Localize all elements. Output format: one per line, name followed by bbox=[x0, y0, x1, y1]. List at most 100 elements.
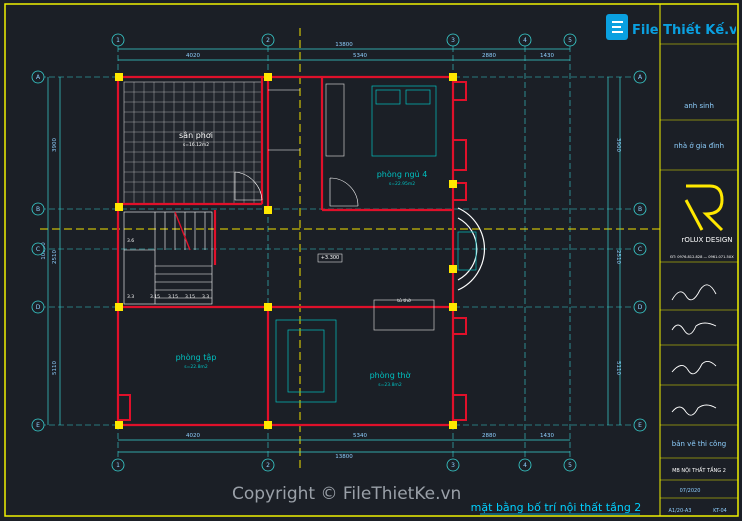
column bbox=[115, 203, 123, 211]
stair-level-label: 3.15 bbox=[168, 294, 178, 300]
stair-treads-lower bbox=[155, 265, 212, 299]
furniture bbox=[275, 83, 477, 403]
room-area-bedroom-4: s=22.95m2 bbox=[389, 181, 415, 187]
dim-top-part-4: 1430 bbox=[540, 53, 554, 59]
staircase bbox=[123, 211, 213, 305]
column bbox=[449, 73, 457, 81]
watermark-brand: File Thiết Kế.vn bbox=[632, 23, 736, 38]
drawing-title: mặt bằng bố trí nội thất tầng 2 bbox=[471, 501, 642, 514]
room-area-san-phoi: s=16.12m2 bbox=[183, 142, 209, 148]
stair-cut-line bbox=[174, 211, 191, 251]
room-name-gym: phòng tập bbox=[176, 352, 217, 363]
room-name-worship: phòng thờ bbox=[370, 370, 411, 380]
column bbox=[449, 303, 457, 311]
pilaster-4 bbox=[453, 317, 467, 335]
prayer-carpet bbox=[275, 319, 337, 403]
room-name-bedroom-4: phòng ngủ 4 bbox=[377, 169, 428, 179]
column bbox=[264, 73, 272, 81]
signature-1 bbox=[671, 284, 717, 301]
column bbox=[264, 303, 272, 311]
wall-bedroom-4 bbox=[322, 75, 455, 212]
column bbox=[115, 303, 123, 311]
column bbox=[449, 265, 457, 273]
pilaster-5 bbox=[453, 394, 467, 421]
door-wardrobe-lines bbox=[268, 89, 300, 151]
pillow-left bbox=[375, 89, 401, 105]
drawing-viewport: 13800 4020 5340 2880 1430 4020 5340 2880… bbox=[0, 0, 742, 521]
axis-label-top-5: 5 bbox=[568, 37, 572, 44]
axis-label-left-b: B bbox=[36, 206, 40, 213]
dim-top-part-3: 2880 bbox=[482, 53, 496, 59]
axis-label-bottom-5: 5 bbox=[568, 462, 572, 469]
stair-step-labels: 3.6 3.3 3.15 3.15 3.15 3.3 bbox=[127, 238, 209, 300]
tb-company: rOLUX DESIGN bbox=[681, 236, 732, 244]
company-logo-icon bbox=[684, 184, 724, 232]
title-block-grid bbox=[660, 43, 738, 499]
tb-owner: anh sinh bbox=[684, 102, 714, 110]
sheet-frame bbox=[4, 3, 739, 517]
pilaster-1 bbox=[453, 81, 467, 101]
column bbox=[449, 421, 457, 429]
tb-sheet-no: KT-04 bbox=[713, 508, 727, 514]
stair-treads-upper bbox=[154, 212, 206, 250]
signatures bbox=[671, 284, 717, 416]
bay-window bbox=[457, 207, 485, 291]
column bbox=[264, 421, 272, 429]
tb-company-info: ĐT: 0976.812.828 — 0961.071.5XX bbox=[670, 255, 734, 259]
axis-label-top-2: 2 bbox=[266, 37, 270, 44]
signature-2 bbox=[671, 322, 717, 335]
bed bbox=[371, 85, 437, 157]
room-name-san-phoi: sân phơi bbox=[179, 131, 213, 140]
axis-label-bottom-2: 2 bbox=[266, 462, 270, 469]
dim-right-part-1: 3900 bbox=[615, 138, 621, 152]
axis-label-top-3: 3 bbox=[451, 37, 455, 44]
stair-level-label: 3.3 bbox=[202, 294, 209, 300]
wardrobe bbox=[325, 83, 345, 157]
axis-label-bottom-4: 4 bbox=[523, 462, 527, 469]
axis-label-left-c: C bbox=[36, 246, 40, 253]
altar-table bbox=[287, 329, 325, 393]
column bbox=[449, 180, 457, 188]
watermark-copyright: Copyright © FileThietKe.vn bbox=[232, 484, 462, 504]
tb-date: 07/2020 bbox=[680, 488, 701, 494]
axis-label-top-4: 4 bbox=[523, 37, 527, 44]
door-bedroom bbox=[329, 177, 359, 207]
axis-label-bottom-1: 1 bbox=[116, 462, 120, 469]
wall-outer-south bbox=[116, 204, 455, 427]
title-block-text: anh sinh nhà ở gia đình rOLUX DESIGN ĐT:… bbox=[669, 102, 735, 514]
axis-label-right-e: E bbox=[638, 422, 642, 429]
axis-label-left-d: D bbox=[36, 304, 41, 311]
signature-3 bbox=[671, 361, 717, 375]
axis-label-left-e: E bbox=[36, 422, 40, 429]
watermark-logo: File Thiết Kế.vn bbox=[606, 14, 736, 40]
column bbox=[264, 206, 272, 214]
tb-stage: bản vẽ thi công bbox=[672, 440, 726, 448]
pilaster-6 bbox=[118, 394, 131, 421]
dim-left-part-2: 2510 bbox=[52, 250, 58, 264]
dim-right-part-3: 5110 bbox=[615, 361, 621, 375]
pillow-right bbox=[405, 89, 431, 105]
stair-level-label: 3.6 bbox=[127, 238, 134, 244]
dimension-lines-bottom bbox=[118, 439, 570, 453]
axis-label-right-d: D bbox=[638, 304, 643, 311]
dim-right-part-2: 2510 bbox=[615, 250, 621, 264]
dim-bottom-part-4: 1430 bbox=[540, 433, 554, 439]
dim-bottom-total: 13800 bbox=[335, 454, 353, 460]
dim-bottom-part-3: 2880 bbox=[482, 433, 496, 439]
dim-left-part-1: 3900 bbox=[52, 138, 58, 152]
level-mark: +3.300 bbox=[321, 255, 340, 261]
wall-interior-lower bbox=[118, 305, 453, 425]
room-area-worship: s=23.8m2 bbox=[378, 382, 402, 388]
altar-cabinet bbox=[373, 299, 435, 331]
signature-4 bbox=[671, 404, 717, 416]
axis-label-top-1: 1 bbox=[116, 37, 120, 44]
dim-top-part-2: 5340 bbox=[353, 53, 367, 59]
stair-level-label: 3.3 bbox=[127, 294, 134, 300]
column bbox=[115, 73, 123, 81]
dim-bottom-part-2: 5340 bbox=[353, 433, 367, 439]
cabinet-label: tủ thờ bbox=[397, 297, 411, 304]
axis-label-right-c: C bbox=[638, 246, 642, 253]
dim-top-part-1: 4020 bbox=[186, 53, 200, 59]
axis-label-bottom-3: 3 bbox=[451, 462, 455, 469]
tb-drawing-name: MB NỘI THẤT TẦNG 2 bbox=[672, 466, 726, 474]
